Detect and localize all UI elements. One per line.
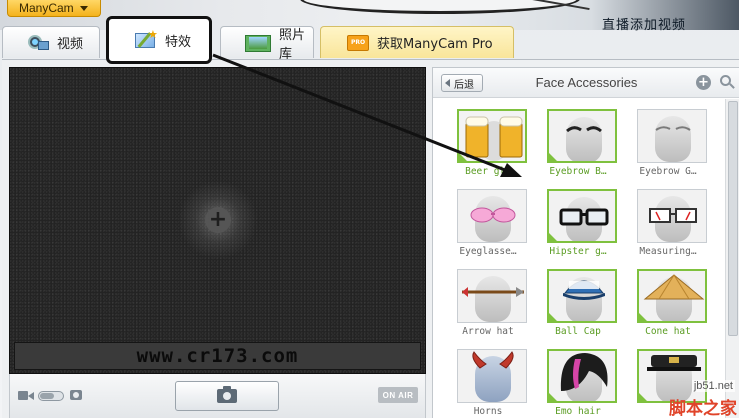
effect-label: Beer gl… <box>465 166 511 177</box>
effect-thumbnail <box>637 269 707 323</box>
video-watermark: www.cr173.com <box>14 342 421 370</box>
eyebrow-icon <box>655 126 691 131</box>
tab-video[interactable]: 视频 <box>2 26 100 58</box>
mode-toggle[interactable] <box>38 391 64 401</box>
chevron-down-icon <box>79 5 88 11</box>
back-button[interactable]: 后退 <box>441 74 483 92</box>
scrollbar-thumb[interactable] <box>728 101 738 336</box>
effect-item-arrow-hat[interactable]: Arrow hat <box>439 259 527 339</box>
effect-thumbnail <box>637 109 707 163</box>
video-watermark-text: www.cr173.com <box>136 345 299 367</box>
tab-gallery-label: 照片库 <box>279 27 306 62</box>
effects-scrollbar[interactable] <box>725 99 739 418</box>
effect-item-measuring[interactable]: Measuring… <box>619 179 707 259</box>
effect-item-beer-glasses[interactable]: Beer gl… <box>439 99 527 179</box>
effect-thumbnail <box>547 189 617 243</box>
horns-icon <box>472 351 514 369</box>
effect-thumbnail <box>637 189 707 243</box>
effect-label: Ball Cap <box>555 326 601 337</box>
effect-label: Hipster g… <box>549 246 607 257</box>
site-url: jb51.net <box>691 380 735 392</box>
toggle-knob <box>40 393 54 399</box>
effect-thumbnail <box>547 349 617 403</box>
effect-thumbnail <box>457 189 527 243</box>
cone-hat-icon <box>643 274 705 300</box>
video-controls: ON AIR <box>9 374 426 418</box>
effect-label: Eyebrow B… <box>549 166 607 177</box>
video-preview[interactable]: + www.cr173.com <box>9 67 426 374</box>
tab-effects[interactable]: ★ 特效 <box>106 16 212 64</box>
add-icon[interactable]: + <box>696 75 711 90</box>
effect-item-ball-cap[interactable]: Ball Cap <box>529 259 617 339</box>
effect-item-emo-hair[interactable]: Emo hair <box>529 339 617 418</box>
effect-item-hipster-glasses[interactable]: Hipster g… <box>529 179 617 259</box>
effect-thumbnail <box>457 109 527 163</box>
on-air-indicator: ON AIR <box>378 387 418 403</box>
tab-video-label: 视频 <box>57 37 84 52</box>
tab-get-pro-label: 获取ManyCam Pro <box>377 37 493 52</box>
gallery-icon <box>245 34 271 52</box>
capture-snapshot-button[interactable] <box>175 381 279 411</box>
pink-glasses-icon <box>470 207 516 223</box>
emo-hair-icon <box>560 353 608 391</box>
effect-thumbnail <box>547 269 617 323</box>
hipster-glasses-icon <box>559 208 609 226</box>
effect-label: Emo hair <box>555 406 601 417</box>
effects-panel-header: 后退 Face Accessories + <box>433 68 739 98</box>
effect-thumbnail <box>457 349 527 403</box>
effect-thumbnail <box>547 109 617 163</box>
effect-item-eyebrow-b[interactable]: Eyebrow B… <box>529 99 617 179</box>
ball-cap-icon <box>563 280 605 300</box>
effect-thumbnail <box>457 269 527 323</box>
tab-get-pro[interactable]: PRO 获取ManyCam Pro <box>320 26 514 58</box>
camera-icon <box>217 386 237 403</box>
effect-label: Eyeglasse… <box>459 246 517 257</box>
effect-item-horns[interactable]: Horns <box>439 339 527 418</box>
site-name: 脚本之家 <box>669 399 737 418</box>
main-panel: + www.cr173.com ON AIR 后退 Face Accessori… <box>2 59 739 418</box>
pro-badge-icon: PRO <box>347 34 369 51</box>
effect-label: Arrow hat <box>462 326 514 337</box>
effect-label: Horns <box>473 406 503 417</box>
add-source-icon[interactable]: + <box>205 207 231 233</box>
annotation-bubble <box>300 0 580 14</box>
photo-mode-icon[interactable] <box>70 390 82 400</box>
site-watermark: jb51.net 脚本之家 <box>644 376 739 418</box>
tab-effects-label: 特效 <box>165 34 192 50</box>
brand-label: ManyCam <box>19 1 74 15</box>
tab-gallery[interactable]: 照片库 <box>220 26 314 62</box>
effect-label: Cone hat <box>645 326 691 337</box>
eyebrow-icon <box>566 126 602 133</box>
effect-label: Measuring… <box>639 246 697 257</box>
webcam-icon <box>27 34 49 52</box>
main-tabs: 视频 ★ 特效 照片库 PRO 获取ManyCam Pro <box>0 16 739 64</box>
effect-label: Eyebrow G… <box>639 166 697 177</box>
effects-panel: 后退 Face Accessories + Beer gl… Eyebrow B… <box>432 67 739 418</box>
video-camera-icon[interactable] <box>18 390 34 401</box>
effects-icon: ★ <box>135 29 158 49</box>
search-icon[interactable] <box>720 75 735 90</box>
gauge-glasses-icon <box>649 208 697 223</box>
beer-glasses-icon <box>459 111 525 161</box>
effect-item-eyebrow-g[interactable]: Eyebrow G… <box>619 99 707 179</box>
manycam-menu-button[interactable]: ManyCam <box>7 0 101 17</box>
effects-grid: Beer gl… Eyebrow B… Eyebrow G… Eyeglasse… <box>433 99 725 418</box>
effect-item-cone-hat[interactable]: Cone hat <box>619 259 707 339</box>
effect-item-eyeglasses[interactable]: Eyeglasse… <box>439 179 527 259</box>
arrow-hat-icon <box>462 287 524 297</box>
